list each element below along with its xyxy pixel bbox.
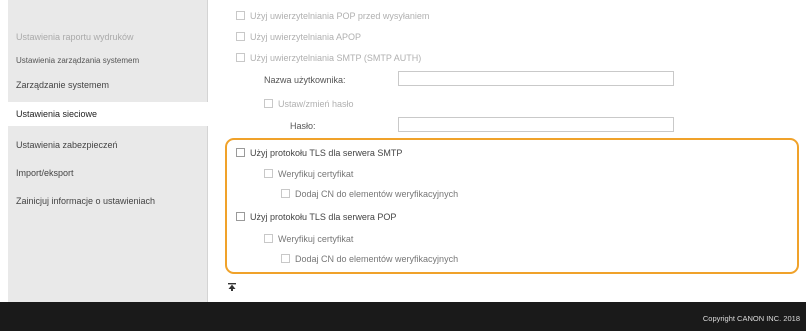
password-label: Hasło: (290, 121, 316, 131)
tls-pop-row[interactable]: Użyj protokołu TLS dla serwera POP (236, 212, 396, 222)
apop-row[interactable]: Użyj uwierzytelniania APOP (236, 32, 361, 42)
set-password-checkbox[interactable] (264, 99, 273, 108)
verify-cert-smtp-checkbox[interactable] (264, 169, 273, 178)
sidebar-item-initialize-settings[interactable]: Zainicjuj informacje o ustawieniach (8, 196, 208, 206)
sidebar-item-print-report-settings[interactable]: Ustawienia raportu wydruków (8, 32, 208, 42)
set-password-label: Ustaw/zmień hasło (278, 99, 354, 109)
pop-before-send-row[interactable]: Użyj uwierzytelniania POP przed wysyłani… (236, 11, 429, 21)
sidebar-item-network-settings[interactable]: Ustawienia sieciowe (8, 102, 209, 126)
sidebar-item-security-settings[interactable]: Ustawienia zabezpieczeń (8, 140, 208, 150)
left-gutter (0, 0, 8, 331)
arrow-to-top-icon[interactable] (228, 283, 236, 294)
add-cn-pop-row[interactable]: Dodaj CN do elementów weryfikacyjnych (281, 254, 458, 264)
tls-smtp-label: Użyj protokołu TLS dla serwera SMTP (250, 148, 403, 158)
sidebar-item-import-export[interactable]: Import/eksport (8, 168, 208, 178)
apop-checkbox[interactable] (236, 32, 245, 41)
smtp-auth-label: Użyj uwierzytelniania SMTP (SMTP AUTH) (250, 53, 422, 63)
tls-smtp-row[interactable]: Użyj protokołu TLS dla serwera SMTP (236, 148, 402, 158)
sidebar-section-system-management-settings: Ustawienia zarządzania systemem (16, 56, 140, 65)
tls-smtp-checkbox[interactable] (236, 148, 245, 157)
verify-cert-pop-label: Weryfikuj certyfikat (278, 234, 354, 244)
tls-pop-checkbox[interactable] (236, 212, 245, 221)
verify-cert-smtp-row[interactable]: Weryfikuj certyfikat (264, 169, 353, 179)
tls-pop-label: Użyj protokołu TLS dla serwera POP (250, 212, 397, 222)
add-cn-pop-checkbox[interactable] (281, 254, 290, 263)
username-input[interactable] (398, 71, 674, 86)
add-cn-pop-label: Dodaj CN do elementów weryfikacyjnych (295, 254, 459, 264)
add-cn-smtp-row[interactable]: Dodaj CN do elementów weryfikacyjnych (281, 189, 458, 199)
apop-label: Użyj uwierzytelniania APOP (250, 32, 362, 42)
pop-before-send-label: Użyj uwierzytelniania POP przed wysyłani… (250, 11, 430, 21)
add-cn-smtp-checkbox[interactable] (281, 189, 290, 198)
verify-cert-pop-row[interactable]: Weryfikuj certyfikat (264, 234, 353, 244)
verify-cert-smtp-label: Weryfikuj certyfikat (278, 169, 354, 179)
copyright-text: Copyright CANON INC. 2018 (702, 314, 800, 323)
smtp-auth-checkbox[interactable] (236, 53, 245, 62)
add-cn-smtp-label: Dodaj CN do elementów weryfikacyjnych (295, 189, 459, 199)
sidebar-item-system-management[interactable]: Zarządzanie systemem (8, 80, 208, 90)
sidebar: Ustawienia raportu wydruków Ustawienia z… (8, 0, 209, 302)
password-input[interactable] (398, 117, 674, 132)
username-label: Nazwa użytkownika: (264, 75, 346, 85)
verify-cert-pop-checkbox[interactable] (264, 234, 273, 243)
set-password-row[interactable]: Ustaw/zmień hasło (264, 99, 354, 109)
footer: Copyright CANON INC. 2018 (0, 302, 806, 331)
smtp-auth-row[interactable]: Użyj uwierzytelniania SMTP (SMTP AUTH) (236, 53, 421, 63)
pop-before-send-checkbox[interactable] (236, 11, 245, 20)
